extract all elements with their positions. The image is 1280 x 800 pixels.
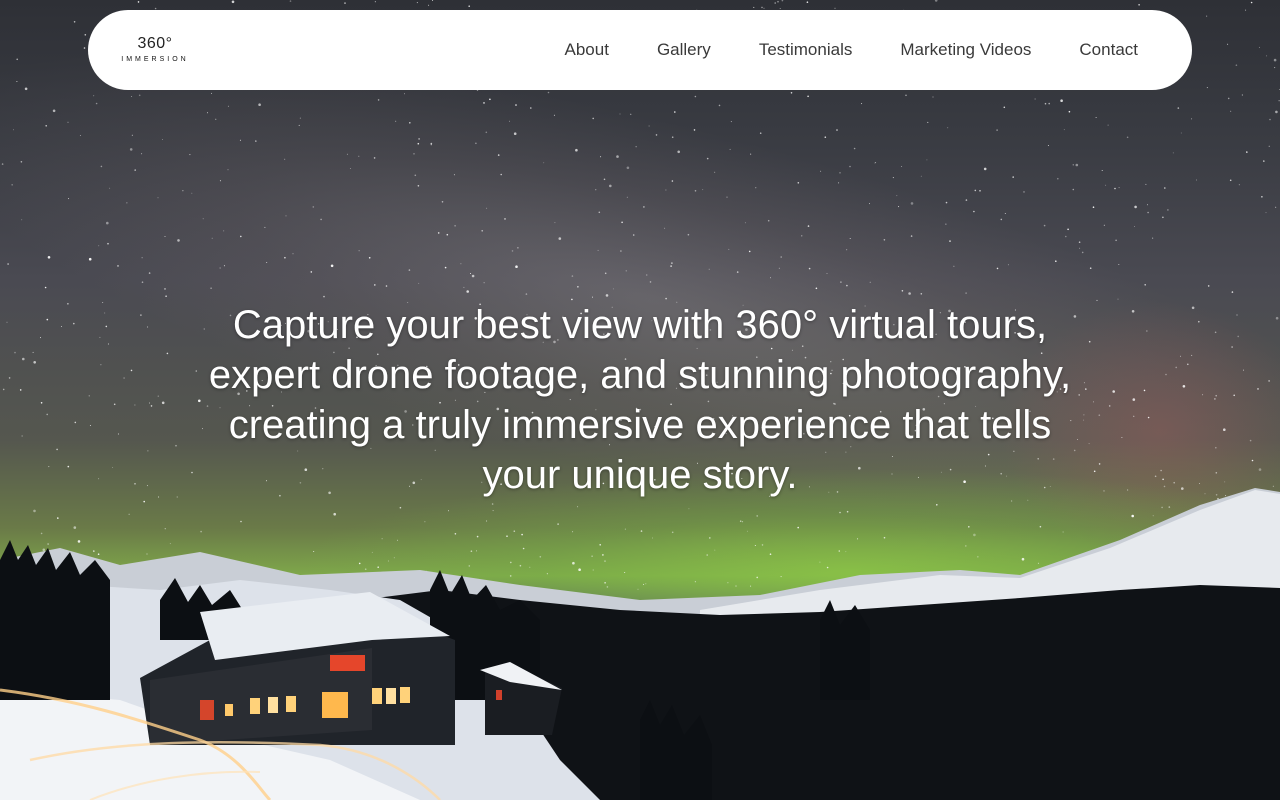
top-navbar: 360° IMMERSION About Gallery Testimonial…: [88, 10, 1192, 90]
nav-link-about[interactable]: About: [565, 40, 609, 60]
nav-link-gallery[interactable]: Gallery: [657, 40, 711, 60]
logo-sub-text: IMMERSION: [121, 56, 189, 63]
nav-link-marketing-videos[interactable]: Marketing Videos: [900, 40, 1031, 60]
nav-link-contact[interactable]: Contact: [1079, 40, 1138, 60]
headline-line: Capture your best view with 360° virtual…: [232, 303, 1048, 347]
hero-headline: Capture your best view with 360° virtual…: [170, 300, 1110, 500]
headline-line: creating a truly immersive experience th…: [228, 403, 1052, 447]
nav-link-testimonials[interactable]: Testimonials: [759, 40, 853, 60]
brand-logo[interactable]: 360° IMMERSION: [116, 35, 194, 65]
nav-links: About Gallery Testimonials Marketing Vid…: [517, 40, 1138, 60]
headline-line: your unique story.: [482, 453, 798, 497]
logo-main-text: 360°: [137, 35, 173, 52]
headline-line: expert drone footage, and stunning photo…: [208, 353, 1072, 397]
hero-section: 360° IMMERSION About Gallery Testimonial…: [0, 0, 1280, 800]
